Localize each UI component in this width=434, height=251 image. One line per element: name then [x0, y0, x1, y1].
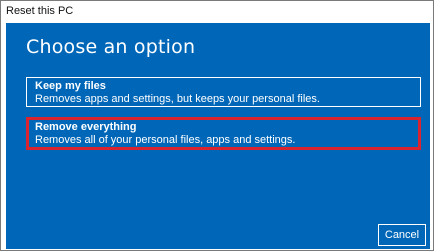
remove-everything-option[interactable]: Remove everything Removes all of your pe… [26, 117, 421, 150]
title-bar: Reset this PC [1, 1, 433, 23]
page-title: Choose an option [26, 36, 196, 58]
reset-pc-window: Reset this PC Choose an option Keep my f… [0, 0, 434, 251]
option-title: Keep my files [35, 80, 106, 92]
option-description: Removes apps and settings, but keeps you… [35, 93, 320, 105]
option-title: Remove everything [35, 121, 137, 133]
keep-my-files-option[interactable]: Keep my files Removes apps and settings,… [26, 77, 421, 107]
option-description: Removes all of your personal files, apps… [35, 134, 296, 146]
options-panel: Choose an option Keep my files Removes a… [6, 23, 430, 249]
window-title: Reset this PC [6, 5, 74, 17]
cancel-button[interactable]: Cancel [378, 224, 426, 246]
